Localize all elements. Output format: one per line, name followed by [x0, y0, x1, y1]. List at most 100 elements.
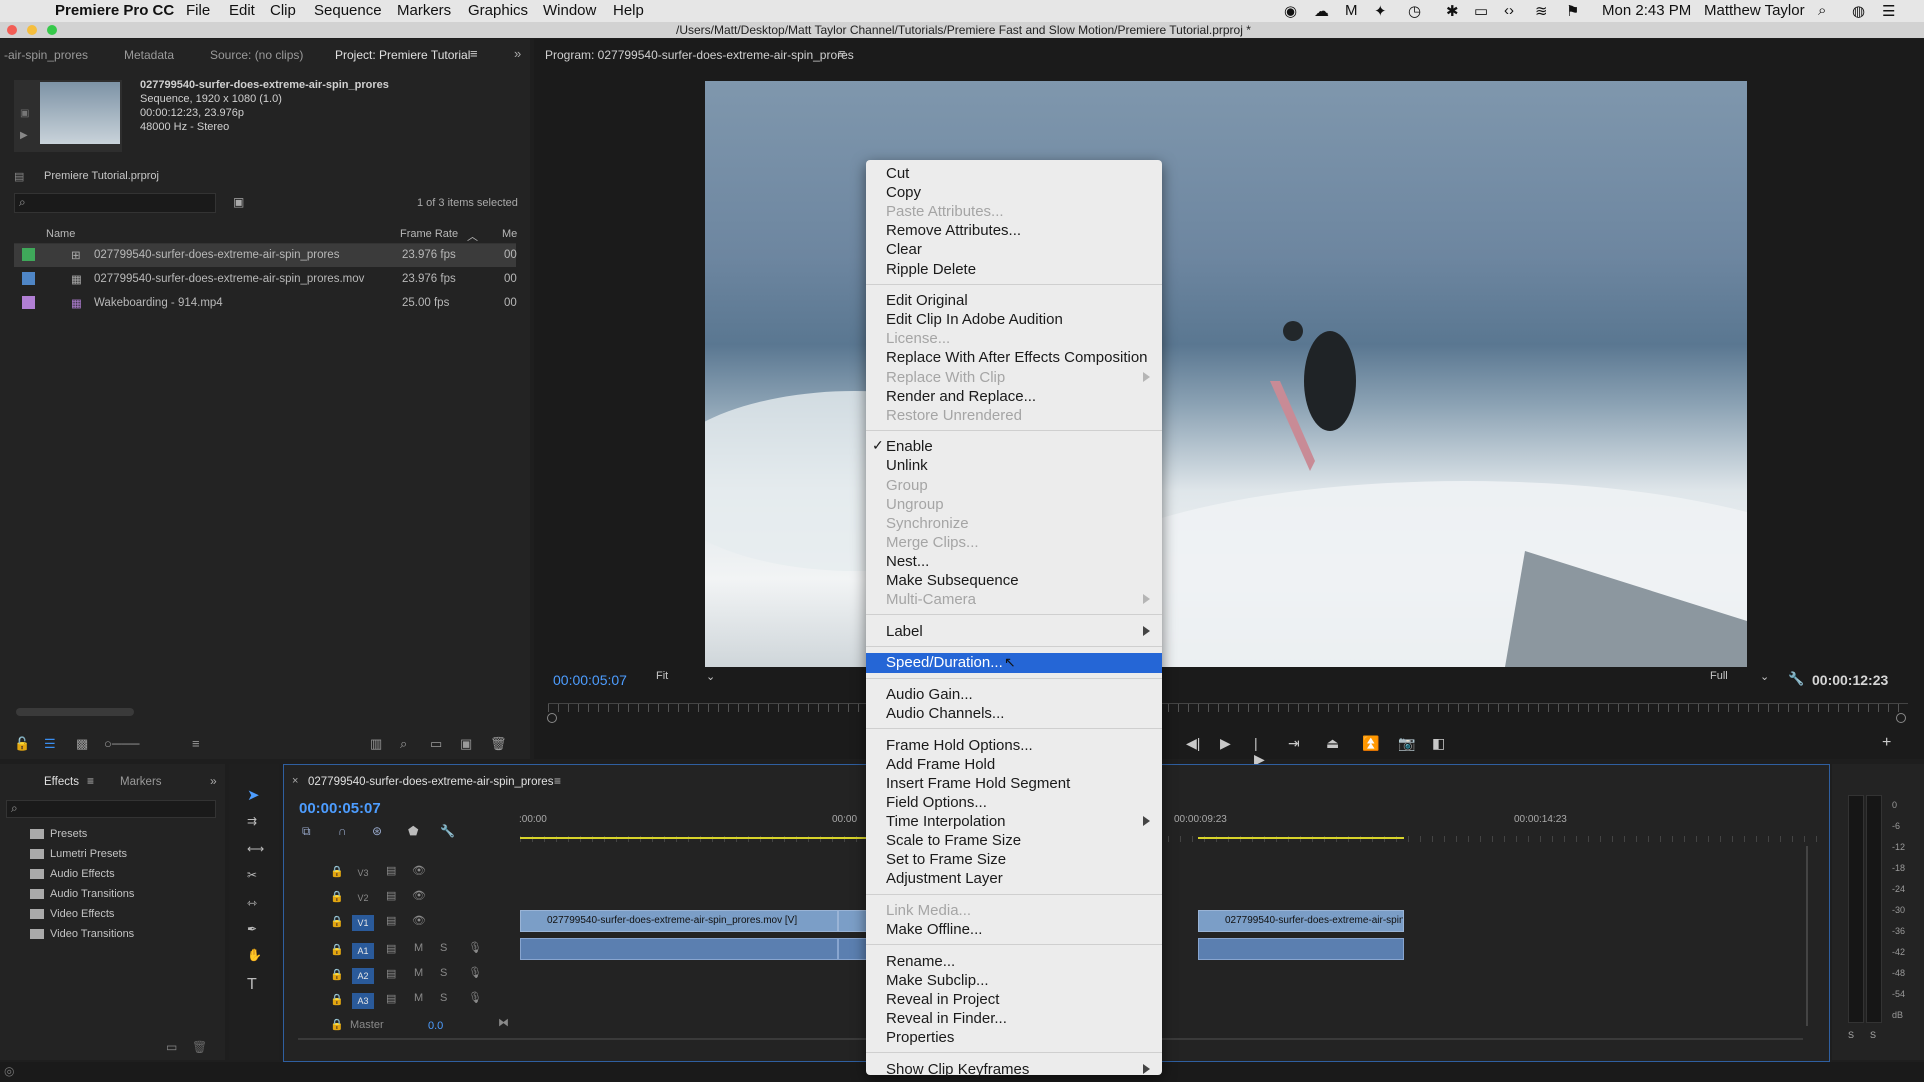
microphone-icon[interactable]: 🎙: [468, 991, 482, 1004]
delete-icon[interactable]: 🗑: [192, 1040, 207, 1054]
menu-item-properties[interactable]: Properties: [886, 1028, 954, 1047]
track-v3-label[interactable]: V3: [352, 865, 374, 881]
menu-file[interactable]: File: [186, 2, 210, 19]
menu-clip[interactable]: Clip: [270, 2, 296, 19]
zoom-window-button[interactable]: [47, 25, 57, 35]
zoom-slider-icon[interactable]: ○───: [104, 736, 139, 751]
go-to-end-icon[interactable]: ⧓: [498, 1016, 509, 1029]
menu-item-label[interactable]: Label: [886, 622, 923, 641]
time-machine-icon[interactable]: ◷: [1408, 2, 1421, 20]
menu-item-make-offline[interactable]: Make Offline...: [886, 920, 982, 939]
slip-tool-icon[interactable]: ⇿: [247, 896, 257, 910]
solo-button[interactable]: S: [440, 992, 447, 1004]
add-button-icon[interactable]: +: [1882, 734, 1891, 752]
type-tool-icon[interactable]: T: [247, 976, 257, 994]
menu-item-set-to-frame-size[interactable]: Set to Frame Size: [886, 850, 1006, 869]
wrench-icon[interactable]: 🔧: [1788, 671, 1804, 687]
record-icon[interactable]: ◉: [1284, 2, 1297, 20]
project-item-row[interactable]: ▦ Wakeboarding - 914.mp4 25.00 fps 00: [14, 292, 517, 315]
program-video-frame[interactable]: [705, 81, 1747, 667]
creative-cloud-icon[interactable]: ☁: [1314, 2, 1329, 20]
menu-window[interactable]: Window: [543, 2, 596, 19]
menu-item-speed-duration[interactable]: Speed/Duration...: [886, 653, 1003, 672]
project-horizontal-scrollbar[interactable]: [16, 708, 134, 716]
pen-tool-icon[interactable]: ✒: [247, 922, 257, 936]
new-search-bin-icon[interactable]: ▣: [233, 195, 244, 209]
menu-item-audio-channels[interactable]: Audio Channels...: [886, 704, 1004, 723]
sync-lock-icon[interactable]: ▤: [386, 967, 396, 980]
new-item-icon[interactable]: ▣: [460, 736, 472, 752]
icon-view-icon[interactable]: ▩: [76, 736, 88, 752]
minimize-window-button[interactable]: [27, 25, 37, 35]
panel-menu-icon[interactable]: ≡: [470, 46, 478, 61]
lock-icon[interactable]: 🔒: [330, 1018, 344, 1031]
panel-menu-icon[interactable]: ≡: [838, 46, 846, 61]
panel-menu-icon[interactable]: ≡: [87, 774, 94, 788]
eye-icon[interactable]: 👁: [412, 889, 426, 902]
label-color-swatch[interactable]: [22, 272, 35, 285]
step-back-icon[interactable]: ◀|: [1186, 735, 1200, 752]
menu-item-make-subclip[interactable]: Make Subclip...: [886, 971, 989, 990]
monitor-time-ruler[interactable]: [548, 703, 1908, 712]
menu-item-field-options[interactable]: Field Options...: [886, 793, 987, 812]
menu-edit[interactable]: Edit: [229, 2, 255, 19]
menu-item-remove-attributes[interactable]: Remove Attributes...: [886, 221, 1021, 240]
bluetooth-icon[interactable]: ✱: [1446, 2, 1459, 20]
menu-item-ripple-delete[interactable]: Ripple Delete: [886, 260, 976, 279]
menu-item-reveal-in-project[interactable]: Reveal in Project: [886, 990, 999, 1009]
ripple-edit-tool-icon[interactable]: ⟷: [247, 842, 264, 856]
mute-button[interactable]: M: [414, 942, 423, 954]
solo-button[interactable]: S: [440, 967, 447, 979]
linked-selection-icon[interactable]: ⊛: [372, 824, 382, 838]
menu-item-reveal-in-finder[interactable]: Reveal in Finder...: [886, 1009, 1007, 1028]
notification-center-icon[interactable]: ☰: [1882, 2, 1895, 20]
tab-project[interactable]: Project: Premiere Tutorial: [335, 48, 470, 62]
lock-icon[interactable]: 🔓: [14, 736, 30, 752]
menu-item-replace-with-after-effects-composition[interactable]: Replace With After Effects Composition: [886, 348, 1148, 367]
find-icon[interactable]: ⌕: [400, 736, 407, 752]
tab-source[interactable]: Source: (no clips): [210, 48, 303, 62]
timeline-clip-a1[interactable]: [1198, 938, 1404, 960]
go-to-out-icon[interactable]: ⇥: [1288, 735, 1300, 752]
menu-sequence[interactable]: Sequence: [314, 2, 382, 19]
close-tab-icon[interactable]: ×: [292, 775, 298, 787]
column-frame-rate[interactable]: Frame Rate: [400, 228, 458, 240]
extension-icon[interactable]: ✦: [1374, 2, 1387, 20]
new-bin-icon[interactable]: ▭: [166, 1040, 177, 1054]
solo-left-button[interactable]: S: [1848, 1030, 1854, 1040]
export-frame-icon[interactable]: 📷: [1398, 735, 1415, 752]
microphone-icon[interactable]: 🎙: [468, 966, 482, 979]
mute-button[interactable]: M: [414, 992, 423, 1004]
razor-tool-icon[interactable]: ✂: [247, 868, 257, 882]
menu-item-edit-clip-in-adobe-audition[interactable]: Edit Clip In Adobe Audition: [886, 310, 1063, 329]
menu-item-audio-gain[interactable]: Audio Gain...: [886, 685, 973, 704]
timeline-clip-a1-segment[interactable]: [838, 938, 868, 960]
track-a2-label[interactable]: A2: [352, 968, 374, 984]
lock-icon[interactable]: 🔒: [330, 865, 344, 878]
work-area-bar[interactable]: [1198, 837, 1404, 839]
microphone-icon[interactable]: 🎙: [468, 941, 482, 954]
siri-icon[interactable]: ◍: [1852, 2, 1865, 20]
tab-source-clip[interactable]: -air-spin_prores: [4, 48, 88, 62]
menu-item-adjustment-layer[interactable]: Adjustment Layer: [886, 869, 1003, 888]
panel-overflow-icon[interactable]: »: [210, 774, 217, 788]
mute-button[interactable]: M: [414, 967, 423, 979]
sort-ascending-icon[interactable]: ︿: [467, 228, 478, 244]
lock-icon[interactable]: 🔒: [330, 993, 344, 1006]
track-select-tool-icon[interactable]: ⇉: [247, 814, 257, 828]
lock-icon[interactable]: 🔒: [330, 968, 344, 981]
close-window-button[interactable]: [7, 25, 17, 35]
lock-icon[interactable]: 🔒: [330, 890, 344, 903]
sort-icons-icon[interactable]: ≡: [192, 736, 200, 751]
app-menu[interactable]: Premiere Pro CC: [55, 2, 174, 19]
master-volume[interactable]: 0.0: [428, 1020, 443, 1032]
label-color-swatch[interactable]: [22, 248, 35, 261]
timeline-clip-v1[interactable]: 027799540-surfer-does-extreme-air-spin_: [1198, 910, 1404, 932]
tab-markers[interactable]: Markers: [120, 776, 162, 788]
clear-icon[interactable]: 🗑: [490, 736, 507, 752]
program-monitor-title[interactable]: Program: 027799540-surfer-does-extreme-a…: [545, 48, 854, 62]
timeline-tab[interactable]: 027799540-surfer-does-extreme-air-spin_p…: [308, 776, 553, 788]
tab-effects[interactable]: Effects: [44, 776, 79, 788]
eye-icon[interactable]: 👁: [412, 914, 426, 927]
lock-icon[interactable]: 🔒: [330, 943, 344, 956]
